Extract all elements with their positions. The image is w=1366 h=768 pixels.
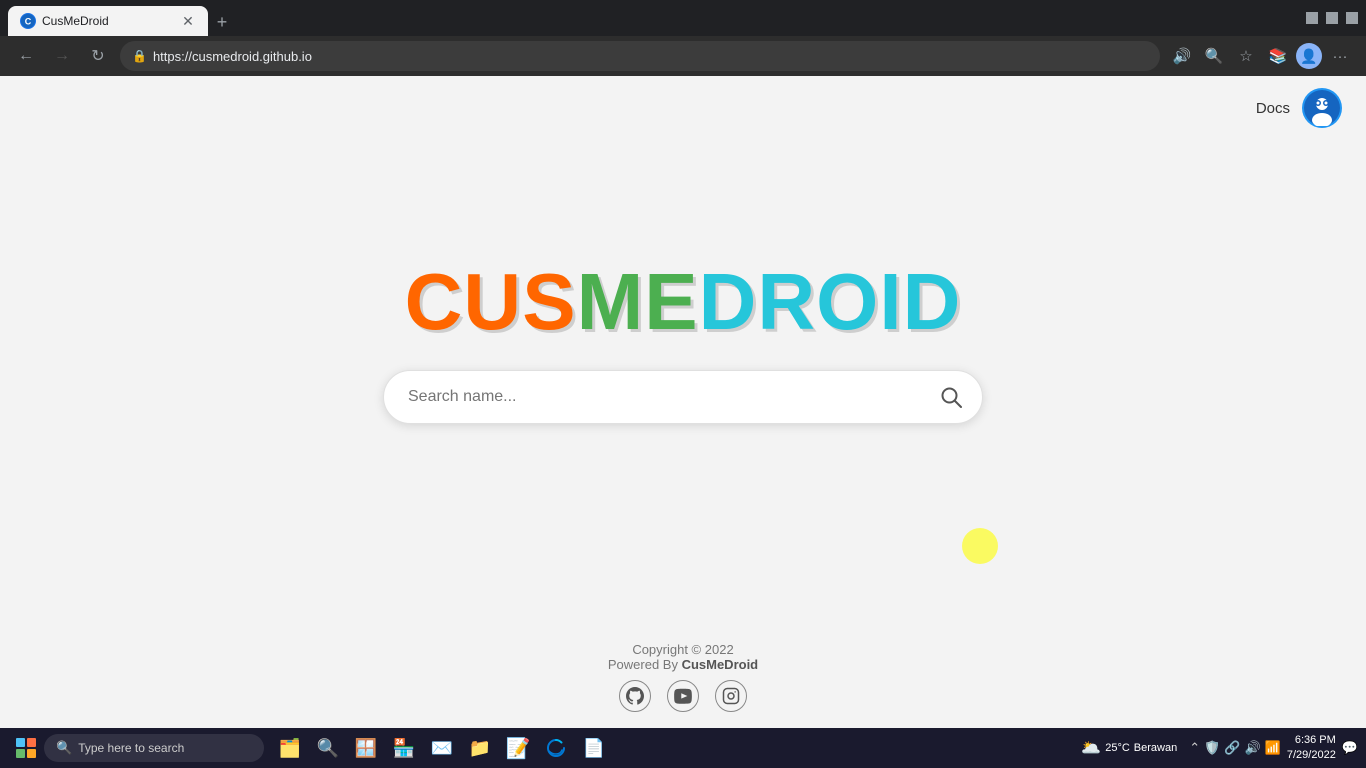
- social-icons: [16, 680, 1350, 712]
- taskbar-search-icon: 🔍: [56, 740, 72, 756]
- svg-text:C: C: [25, 17, 32, 27]
- active-tab[interactable]: C CusMeDroid ✕: [8, 6, 208, 36]
- windows-logo-icon: [16, 738, 36, 758]
- settings-button[interactable]: ···: [1326, 42, 1354, 70]
- taskbar-time: 6:36 PM: [1287, 733, 1336, 748]
- instagram-icon[interactable]: [715, 680, 747, 712]
- search-icon: [940, 386, 962, 408]
- url-text: https://cusmedroid.github.io: [153, 49, 312, 64]
- new-tab-button[interactable]: +: [208, 8, 236, 36]
- address-bar: ← → ↻ 🔒 https://cusmedroid.github.io 🔊 🔍…: [0, 36, 1366, 76]
- webpage-content: Docs CUSMEDROID: [0, 76, 1366, 728]
- forward-button[interactable]: →: [48, 42, 76, 70]
- reload-button[interactable]: ↻: [84, 42, 112, 70]
- search-button[interactable]: [936, 382, 966, 412]
- taskbar-apps: 🗂️ 🔍 🪟 🏪 ✉️ 📁 📝 📄: [272, 730, 612, 766]
- taskbar: 🔍 Type here to search 🗂️ 🔍 🪟 🏪 ✉️ 📁 📝 📄 …: [0, 728, 1366, 768]
- weather-temp: 25°C: [1105, 742, 1130, 754]
- weather-condition: Berawan: [1134, 742, 1177, 754]
- search-input[interactable]: [408, 388, 936, 406]
- copyright-text: Copyright © 2022: [16, 642, 1350, 657]
- github-icon[interactable]: [619, 680, 651, 712]
- tray-network-icon[interactable]: 🔗: [1224, 740, 1240, 756]
- profile-avatar[interactable]: 👤: [1296, 43, 1322, 69]
- read-aloud-button[interactable]: 🔊: [1168, 42, 1196, 70]
- tab-bar: C CusMeDroid ✕ +: [8, 0, 1298, 36]
- taskbar-date: 7/29/2022: [1287, 748, 1336, 763]
- weather-widget[interactable]: 🌥️ 25°C Berawan: [1081, 738, 1177, 758]
- tray-up-arrow[interactable]: ⌃: [1189, 740, 1200, 756]
- notification-button[interactable]: 💬: [1342, 740, 1358, 756]
- site-avatar-logo[interactable]: [1302, 88, 1342, 128]
- close-button[interactable]: ✕: [1346, 12, 1358, 24]
- tab-close-button[interactable]: ✕: [180, 13, 196, 29]
- logo-me: ME: [577, 257, 699, 346]
- tray-wifi-icon[interactable]: 📶: [1265, 740, 1281, 756]
- taskbar-search-bar[interactable]: 🔍 Type here to search: [44, 734, 264, 762]
- search-bar: [383, 370, 983, 424]
- site-nav: Docs: [0, 76, 1366, 140]
- taskbar-datetime[interactable]: 6:36 PM 7/29/2022: [1287, 733, 1336, 764]
- taskbar-app-editor[interactable]: 📝: [500, 730, 536, 766]
- youtube-icon[interactable]: [667, 680, 699, 712]
- taskbar-app-widgets[interactable]: 🗂️: [272, 730, 308, 766]
- taskbar-app-edge[interactable]: [538, 730, 574, 766]
- browser-chrome: C CusMeDroid ✕ + ─ ▭ ✕: [0, 0, 1366, 36]
- site-footer: Copyright © 2022 Powered By CusMeDroid: [0, 626, 1366, 728]
- window-controls: ─ ▭ ✕: [1306, 12, 1358, 24]
- collections-button[interactable]: 📚: [1264, 42, 1292, 70]
- restore-button[interactable]: ▭: [1326, 12, 1338, 24]
- logo-cus: CUS: [405, 257, 577, 346]
- browser-action-buttons: 🔊 🔍 ☆ 📚 👤 ···: [1168, 42, 1354, 70]
- browser-lens-button[interactable]: 🔍: [1200, 42, 1228, 70]
- taskbar-app-search[interactable]: 🔍: [310, 730, 346, 766]
- back-button[interactable]: ←: [12, 42, 40, 70]
- taskbar-app-mail[interactable]: ✉️: [424, 730, 460, 766]
- lock-icon: 🔒: [132, 49, 147, 63]
- docs-link[interactable]: Docs: [1256, 100, 1290, 117]
- start-button[interactable]: [8, 730, 44, 766]
- main-content: CUSMEDROID: [0, 140, 1366, 626]
- tray-volume-icon[interactable]: 🔊: [1245, 740, 1261, 756]
- taskbar-right: 🌥️ 25°C Berawan ⌃ 🛡️ 🔗 🔊 📶 6:36 PM 7/29/…: [1081, 733, 1358, 764]
- tray-antivirus-icon[interactable]: 🛡️: [1204, 740, 1220, 756]
- taskbar-search-text: Type here to search: [78, 741, 184, 755]
- system-tray: ⌃ 🛡️ 🔗 🔊 📶: [1189, 740, 1281, 756]
- taskbar-app-multitasking[interactable]: 🪟: [348, 730, 384, 766]
- address-bar-input[interactable]: 🔒 https://cusmedroid.github.io: [120, 41, 1160, 71]
- tab-favicon: C: [20, 13, 36, 29]
- tab-title: CusMeDroid: [42, 14, 174, 28]
- taskbar-app-sublime[interactable]: 📄: [576, 730, 612, 766]
- minimize-button[interactable]: ─: [1306, 12, 1318, 24]
- site-logo: CUSMEDROID: [405, 262, 962, 342]
- logo-droid: DROID: [699, 257, 962, 346]
- taskbar-app-store[interactable]: 🏪: [386, 730, 422, 766]
- taskbar-app-files[interactable]: 📁: [462, 730, 498, 766]
- powered-by-text: Powered By CusMeDroid: [16, 657, 1350, 672]
- favorites-button[interactable]: ☆: [1232, 42, 1260, 70]
